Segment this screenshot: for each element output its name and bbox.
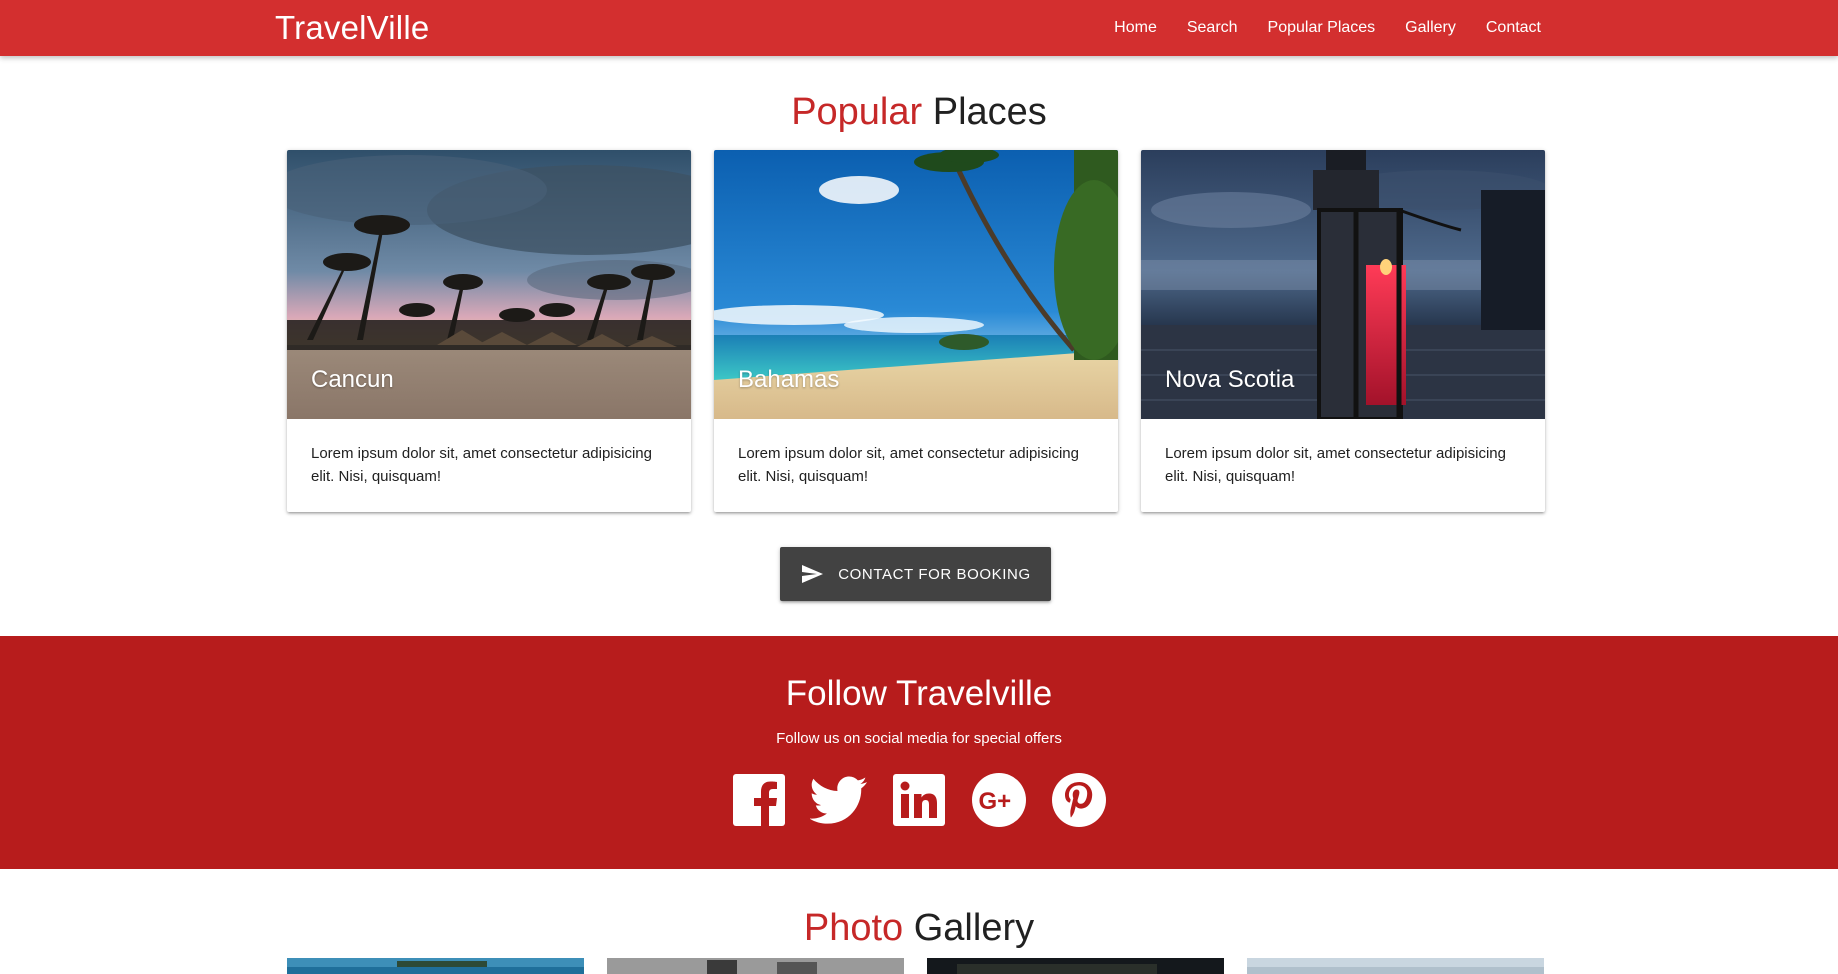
bahamas-image: Bahamas	[714, 150, 1118, 419]
navbar: TravelVille Home Search Popular Places G…	[0, 0, 1838, 56]
gallery-thumbnail[interactable]	[287, 958, 584, 974]
brand-logo[interactable]: TravelVille	[275, 8, 429, 48]
contact-for-booking-label: Contact for Booking	[838, 565, 1031, 583]
popular-places-heading-rest: Places	[922, 91, 1047, 133]
photo-gallery-heading-rest: Gallery	[903, 907, 1035, 949]
follow-title: Follow Travelville	[785, 674, 1053, 713]
card-description: Lorem ipsum dolor sit, amet consectetur …	[738, 445, 1079, 485]
popular-places-heading-accent: Popular	[791, 91, 923, 133]
social-icons: G+	[0, 771, 1838, 829]
card-description: Lorem ipsum dolor sit, amet consectetur …	[311, 445, 652, 485]
nav-link-home[interactable]: Home	[1099, 3, 1172, 53]
place-card-bahamas[interactable]: Bahamas Lorem ipsum dolor sit, amet cons…	[714, 150, 1118, 512]
nav-links: Home Search Popular Places Gallery Conta…	[1099, 0, 1541, 56]
send-icon	[800, 562, 824, 586]
photo-gallery-heading: Photo Gallery	[0, 905, 1838, 951]
svg-text:G+: G+	[979, 788, 1012, 815]
card-title: Cancun	[311, 366, 394, 393]
places-cards: Cancun Lorem ipsum dolor sit, amet conse…	[287, 150, 1545, 512]
twitter-icon[interactable]	[810, 771, 868, 829]
nova-scotia-image: Nova Scotia	[1141, 150, 1545, 419]
gallery-thumbnails	[287, 958, 1545, 974]
cancun-image: Cancun	[287, 150, 691, 419]
google-plus-icon[interactable]: G+	[970, 771, 1028, 829]
pinterest-icon[interactable]	[1050, 771, 1108, 829]
contact-for-booking-button[interactable]: Contact for Booking	[780, 547, 1051, 601]
nav-link-gallery[interactable]: Gallery	[1390, 3, 1471, 53]
follow-section: Follow Travelville Follow us on social m…	[0, 636, 1838, 869]
photo-gallery-heading-accent: Photo	[803, 907, 904, 949]
nav-link-contact[interactable]: Contact	[1471, 3, 1541, 53]
gallery-thumbnail[interactable]	[1247, 958, 1544, 974]
card-title: Bahamas	[738, 366, 840, 393]
popular-places-heading: Popular Places	[0, 89, 1838, 135]
card-title: Nova Scotia	[1165, 366, 1295, 393]
follow-subtitle: Follow us on social media for special of…	[776, 730, 1062, 747]
facebook-icon[interactable]	[730, 771, 788, 829]
place-card-cancun[interactable]: Cancun Lorem ipsum dolor sit, amet conse…	[287, 150, 691, 512]
nav-link-popular-places[interactable]: Popular Places	[1253, 3, 1391, 53]
card-description: Lorem ipsum dolor sit, amet consectetur …	[1165, 445, 1506, 485]
gallery-thumbnail[interactable]	[607, 958, 904, 974]
nav-link-search[interactable]: Search	[1172, 3, 1253, 53]
linkedin-icon[interactable]	[890, 771, 948, 829]
place-card-nova-scotia[interactable]: Nova Scotia Lorem ipsum dolor sit, amet …	[1141, 150, 1545, 512]
gallery-thumbnail[interactable]	[927, 958, 1224, 974]
